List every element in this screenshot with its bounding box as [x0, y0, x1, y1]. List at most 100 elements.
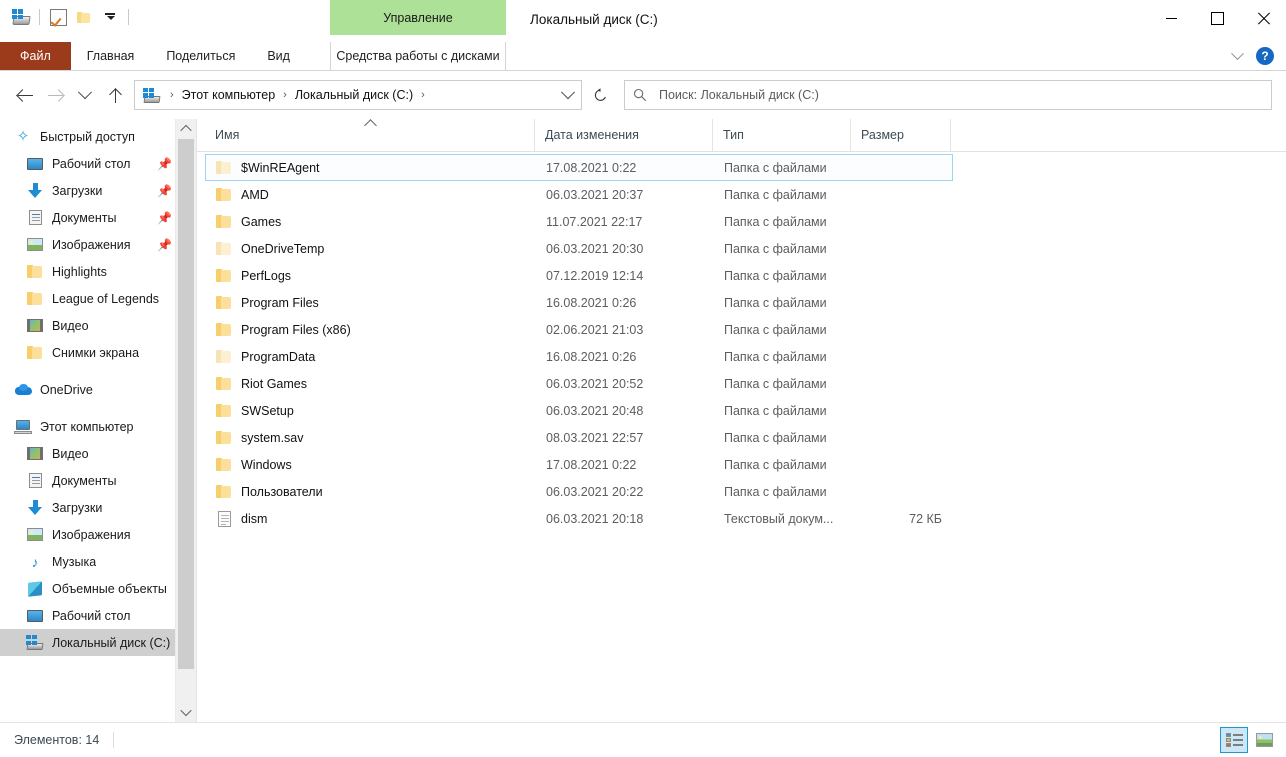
table-row[interactable]: Пользователи 06.03.2021 20:22 Папка с файл… — [205, 478, 953, 505]
properties-checkbox-icon[interactable] — [45, 4, 71, 30]
table-row[interactable]: SWSetup 06.03.2021 20:48 Папка с файлами — [205, 397, 953, 424]
search-input[interactable] — [657, 87, 1263, 103]
breadcrumb-separator-0[interactable]: › — [166, 89, 178, 101]
table-row[interactable]: Program Files (x86) 02.06.2021 21:03 Папка… — [205, 316, 953, 343]
cell-name-text: Program Files (x86) — [241, 322, 351, 337]
cell-name: Riot Games — [206, 376, 536, 392]
sidebar-item-downloads[interactable]: Загрузки — [0, 494, 176, 521]
sidebar-item-desktop[interactable]: Рабочий стол — [0, 602, 176, 629]
breadcrumb-item-local-disk[interactable]: Локальный диск (C:) — [291, 84, 417, 106]
customize-qat-caret-icon[interactable] — [97, 4, 123, 30]
details-view-button[interactable] — [1220, 727, 1248, 753]
navigation-pane-scrollbar[interactable] — [175, 119, 196, 722]
refresh-button[interactable] — [582, 79, 618, 111]
up-button[interactable] — [100, 80, 130, 110]
table-row[interactable]: Games 11.07.2021 22:17 Папка с файлами — [205, 208, 953, 235]
up-arrow-icon — [109, 88, 122, 103]
cell-date: 11.07.2021 22:17 — [546, 214, 643, 229]
recent-locations-button[interactable] — [70, 80, 100, 110]
breadcrumb-separator-1[interactable]: › — [279, 89, 291, 101]
sidebar-group-this-pc[interactable]: Этот компьютер — [0, 413, 176, 440]
sidebar-item-videos-qa[interactable]: Видео — [0, 312, 176, 339]
column-header-size[interactable]: Размер — [851, 119, 951, 151]
expand-ribbon-chevron-icon[interactable] — [1226, 45, 1248, 67]
tab-home[interactable]: Главная — [71, 42, 151, 70]
sidebar-item-documents[interactable]: Документы — [0, 467, 176, 494]
sidebar-item-onedrive[interactable]: OneDrive — [0, 376, 176, 403]
table-row[interactable]: Windows 17.08.2021 0:22 Папка с файлами — [205, 451, 953, 478]
tab-share[interactable]: Поделиться — [150, 42, 251, 70]
navigation-pane: ✧ Быстрый доступ Рабочий стол 📌 Загрузки… — [0, 119, 196, 722]
column-header-label: Имя — [215, 128, 240, 142]
folder-icon — [216, 268, 232, 284]
table-row[interactable]: ProgramData 16.08.2021 0:26 Папка с файлам… — [205, 343, 953, 370]
sidebar-item-label: OneDrive — [40, 382, 93, 397]
explorer-drive-icon[interactable] — [8, 4, 34, 30]
minimize-button[interactable] — [1148, 0, 1194, 36]
address-dropdown-icon[interactable] — [557, 82, 579, 108]
sidebar-item-league-of-legends[interactable]: League of Legends — [0, 285, 176, 312]
sidebar-item-label: Снимки экрана — [52, 345, 140, 360]
back-button[interactable] — [10, 80, 40, 110]
scroll-up-icon[interactable] — [176, 119, 196, 139]
pictures-icon — [26, 528, 44, 541]
large-icons-view-icon — [1255, 733, 1273, 747]
column-header-name[interactable]: Имя — [205, 119, 535, 151]
sidebar-item-3d-objects[interactable]: Объемные объекты — [0, 575, 176, 602]
sidebar-item-label: League of Legends — [52, 291, 160, 306]
cell-name: ProgramData — [206, 349, 536, 365]
table-row[interactable]: Program Files 16.08.2021 0:26 Папка с файл… — [205, 289, 953, 316]
sidebar-item-label: Highlights — [52, 264, 107, 279]
sidebar-item-local-disk-c[interactable]: Локальный диск (C:) — [0, 629, 176, 656]
status-divider — [113, 732, 115, 748]
sidebar-gap-2 — [0, 403, 176, 413]
column-header-date[interactable]: Дата изменения — [535, 119, 713, 151]
tab-file[interactable]: Файл — [0, 42, 71, 70]
search-box[interactable] — [624, 80, 1272, 110]
sidebar-item-highlights[interactable]: Highlights — [0, 258, 176, 285]
maximize-button[interactable] — [1194, 0, 1240, 36]
table-row[interactable]: AMD 06.03.2021 20:37 Папка с файлами — [205, 181, 953, 208]
cell-name: PerfLogs — [206, 268, 536, 284]
sidebar-item-label: Объемные объекты — [52, 581, 167, 596]
sidebar-group-quick-access[interactable]: ✧ Быстрый доступ — [0, 123, 176, 150]
new-folder-icon[interactable] — [71, 4, 97, 30]
desktop-icon — [26, 609, 44, 622]
table-row[interactable]: OneDriveTemp 06.03.2021 20:30 Папка с файл… — [205, 235, 953, 262]
cell-name: system.sav — [206, 430, 536, 446]
table-row[interactable]: dism 06.03.2021 20:18 Текстовый докум... 72… — [205, 505, 953, 532]
table-row[interactable]: Riot Games 06.03.2021 20:52 Папка с файлам… — [205, 370, 953, 397]
sidebar-item-label: Изображения — [52, 527, 131, 542]
tab-view[interactable]: Вид — [251, 42, 306, 70]
large-icons-view-button[interactable] — [1250, 727, 1278, 753]
table-row[interactable]: $WinREAgent 17.08.2021 0:22 Папка с файлам… — [205, 154, 953, 181]
breadcrumb-separator-2[interactable]: › — [417, 89, 429, 101]
sidebar-item-screenshots[interactable]: Снимки экрана — [0, 339, 176, 366]
tab-drive-tools[interactable]: Средства работы с дисками — [330, 42, 506, 70]
minimize-icon — [1165, 17, 1177, 19]
scrollbar-thumb[interactable] — [178, 139, 194, 669]
pin-icon: 📌 — [157, 184, 172, 198]
explorer-window: Управление Локальный диск (C:) Файл Глав… — [0, 0, 1286, 757]
pin-icon: 📌 — [157, 238, 172, 252]
sidebar-item-desktop-qa[interactable]: Рабочий стол 📌 — [0, 150, 176, 177]
sidebar-item-documents-qa[interactable]: Документы 📌 — [0, 204, 176, 231]
help-button[interactable]: ? — [1256, 47, 1274, 65]
sidebar-item-pictures-qa[interactable]: Изображения 📌 — [0, 231, 176, 258]
downloads-icon — [26, 183, 44, 198]
documents-icon — [26, 210, 44, 225]
text-document-icon — [216, 510, 232, 527]
forward-button[interactable] — [40, 80, 70, 110]
table-row[interactable]: PerfLogs 07.12.2019 12:14 Папка с файлами — [205, 262, 953, 289]
sidebar-item-downloads-qa[interactable]: Загрузки 📌 — [0, 177, 176, 204]
folder-icon — [216, 214, 232, 230]
sidebar-item-pictures[interactable]: Изображения — [0, 521, 176, 548]
breadcrumb-item-this-pc[interactable]: Этот компьютер — [178, 84, 279, 106]
close-button[interactable] — [1240, 0, 1286, 36]
table-row[interactable]: system.sav 08.03.2021 22:57 Папка с файлам… — [205, 424, 953, 451]
column-header-type[interactable]: Тип — [713, 119, 851, 151]
scroll-down-icon[interactable] — [176, 702, 196, 722]
sidebar-item-music[interactable]: ♪ Музыка — [0, 548, 176, 575]
breadcrumb[interactable]: › Этот компьютер › Локальный диск (C:) › — [134, 80, 582, 110]
sidebar-item-videos[interactable]: Видео — [0, 440, 176, 467]
